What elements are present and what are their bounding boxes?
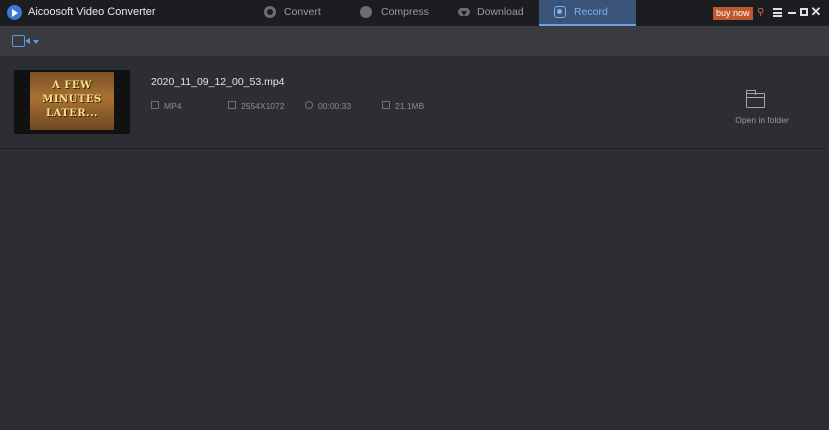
resolution-label: 2554X1072 — [241, 101, 285, 111]
tab-label: Convert — [284, 6, 321, 18]
tab-compress[interactable]: Compress — [354, 0, 434, 26]
close-icon[interactable]: ✕ — [810, 5, 822, 19]
size-label: 21.1MB — [395, 101, 425, 111]
tab-label: Compress — [381, 6, 429, 18]
thumbnail-title-card: A FEW MINUTES LATER... — [30, 72, 114, 130]
compress-icon — [360, 6, 372, 18]
maximize-icon[interactable] — [800, 8, 808, 16]
convert-icon — [264, 6, 276, 18]
tab-download[interactable]: Download — [452, 0, 532, 26]
file-format: MP4 — [151, 100, 211, 112]
file-duration: 00:00:33 — [305, 100, 365, 112]
app-logo-icon — [7, 5, 22, 20]
record-icon — [554, 6, 566, 18]
tab-label: Download — [477, 6, 524, 18]
thumbnail-text-line-1: A FEW — [52, 80, 92, 91]
file-size: 21.1MB — [382, 100, 442, 112]
open-in-folder-button[interactable]: Open in folder — [728, 90, 796, 126]
title-bar: Aicoosoft Video Converter Convert Compre… — [0, 0, 829, 26]
open-in-folder-label: Open in folder — [735, 115, 789, 125]
video-thumbnail[interactable]: A FEW MINUTES LATER... — [14, 70, 130, 134]
buy-now-button[interactable]: buy now — [713, 7, 753, 20]
menu-icon[interactable] — [773, 8, 782, 17]
file-resolution: 2554X1072 — [228, 100, 298, 112]
thumbnail-text-line-2: MINUTES — [42, 94, 102, 105]
duration-label: 00:00:33 — [318, 101, 352, 111]
folder-icon — [746, 90, 765, 108]
camera-lens-shape — [25, 38, 30, 44]
toolbar — [0, 26, 829, 56]
tab-label: Record — [574, 6, 608, 18]
record-source-dropdown[interactable] — [12, 35, 40, 49]
clock-icon — [305, 101, 313, 109]
file-size-icon — [382, 101, 390, 109]
file-name: 2020_11_09_12_00_53.mp4 — [151, 76, 285, 88]
list-item[interactable]: A FEW MINUTES LATER... 2020_11_09_12_00_… — [0, 57, 826, 149]
chevron-down-icon — [33, 40, 39, 44]
thumbnail-text-line-3: LATER... — [45, 108, 99, 119]
key-icon[interactable]: ⚲ — [757, 8, 767, 18]
format-icon — [151, 101, 159, 109]
tab-convert[interactable]: Convert — [258, 0, 338, 26]
download-icon — [458, 6, 470, 18]
minimize-icon[interactable] — [788, 12, 796, 14]
video-camera-icon — [12, 35, 25, 47]
format-label: MP4 — [164, 101, 182, 111]
tab-record[interactable]: Record — [539, 0, 636, 26]
resolution-icon — [228, 101, 236, 109]
app-title: Aicoosoft Video Converter — [28, 6, 156, 18]
